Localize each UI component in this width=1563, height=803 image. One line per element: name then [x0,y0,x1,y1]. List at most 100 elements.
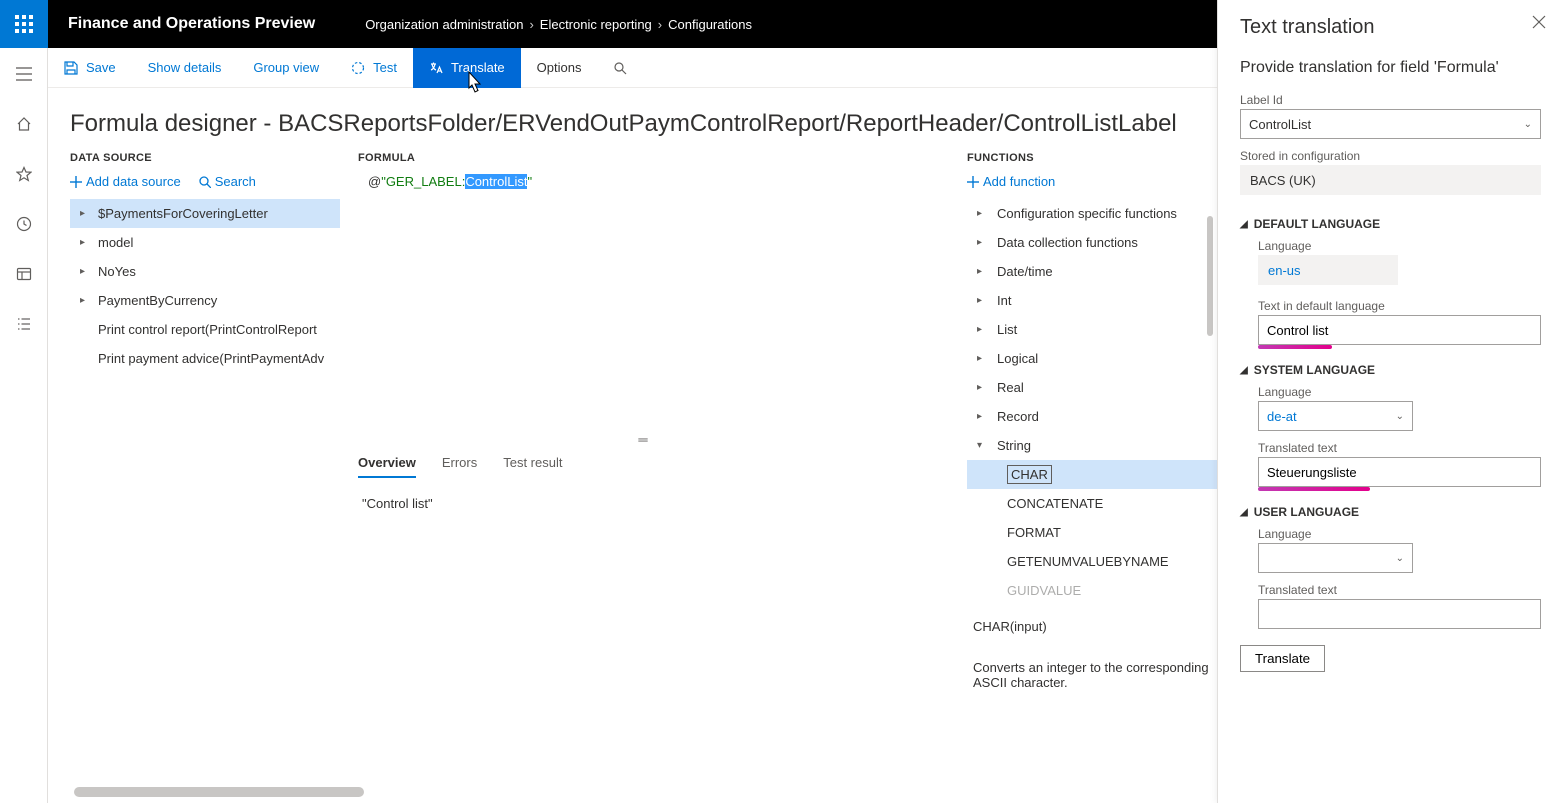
breadcrumb-item[interactable]: Organization administration [365,17,523,32]
highlight-underline [1258,487,1370,491]
chevron-right-icon: ▸ [977,208,987,219]
options-button[interactable]: Options [521,48,598,88]
func-group[interactable]: ▸Date/time [967,257,1217,286]
default-lang-label: Language [1258,239,1541,253]
options-label: Options [537,60,582,75]
recent-button[interactable] [0,206,48,242]
default-heading-label: DEFAULT LANGUAGE [1254,217,1380,231]
func-group-label: List [997,322,1017,337]
func-group[interactable]: ▸ Configuration specific functions [967,199,1217,228]
user-text-field[interactable] [1267,607,1532,622]
test-button[interactable]: Test [335,48,413,88]
save-button[interactable]: Save [48,48,132,88]
func-label: GETENUMVALUEBYNAME [1007,554,1169,569]
functions-actions: Add function [967,168,1217,199]
workspaces-button[interactable] [0,256,48,292]
breadcrumb-item[interactable]: Configurations [668,17,752,32]
translate-submit-button[interactable]: Translate [1240,645,1325,672]
tree-item[interactable]: Print payment advice(PrintPaymentAdv [70,344,340,373]
system-language-heading[interactable]: ◢SYSTEM LANGUAGE [1240,363,1541,377]
func-item[interactable]: GETENUMVALUEBYNAME [967,547,1217,576]
hamburger-button[interactable] [0,56,48,92]
system-lang-dropdown[interactable]: de-at ⌄ [1258,401,1413,431]
func-group[interactable]: ▸ List [967,315,1217,344]
search-data-source-button[interactable]: Search [199,174,256,189]
func-item[interactable]: FORMAT [967,518,1217,547]
tree-item[interactable]: Print control report(PrintControlReport [70,315,340,344]
breadcrumb-item[interactable]: Electronic reporting [540,17,652,32]
chevron-right-icon: ▸ [977,295,987,306]
action-search-button[interactable] [597,48,643,88]
group-view-button[interactable]: Group view [237,48,335,88]
user-text-label: Translated text [1258,583,1541,597]
horizontal-scrollbar[interactable] [74,787,364,797]
flyout-subtitle: Provide translation for field 'Formula' [1240,57,1541,79]
save-label: Save [86,60,116,75]
show-details-button[interactable]: Show details [132,48,238,88]
default-text-input[interactable] [1258,315,1541,345]
add-data-source-button[interactable]: Add data source [70,174,181,189]
func-group-label: Configuration specific functions [997,206,1177,221]
app-title: Finance and Operations Preview [48,15,335,33]
highlight-underline [1258,345,1332,349]
splitter[interactable]: ═ [358,428,928,451]
func-item[interactable]: CONCATENATE [967,489,1217,518]
chevron-right-icon: ▸ [977,237,987,248]
home-button[interactable] [0,106,48,142]
tab-errors[interactable]: Errors [442,455,477,478]
test-label: Test [373,60,397,75]
tree-item[interactable]: ▸$PaymentsForCoveringLetter [70,199,340,228]
user-text-input[interactable] [1258,599,1541,629]
data-source-pane: DATA SOURCE Add data source Search ▸$Pay… [70,148,340,803]
formula-preview: "Control list" [358,484,967,523]
plus-icon [967,176,979,188]
add-function-button[interactable]: Add function [967,174,1055,189]
default-text-field[interactable] [1267,323,1532,338]
label-id-dropdown[interactable]: ControlList ⌄ [1240,109,1541,139]
tab-test-result[interactable]: Test result [503,455,562,478]
favorites-button[interactable] [0,156,48,192]
waffle-icon [15,15,33,33]
close-flyout-button[interactable] [1527,10,1551,34]
func-item[interactable]: GUIDVALUE [967,576,1217,605]
tree-item[interactable]: ▸model [70,228,340,257]
stored-config-label: Stored in configuration [1240,149,1541,163]
func-group[interactable]: ▸Int [967,286,1217,315]
func-item-char[interactable]: CHAR [967,460,1217,489]
tree-item[interactable]: ▸PaymentByCurrency [70,286,340,315]
scrollbar-thumb[interactable] [1207,216,1213,336]
chevron-down-icon: ⌄ [1396,553,1404,564]
tree-item[interactable]: ▸NoYes [70,257,340,286]
func-group-string[interactable]: String [967,431,1217,460]
user-language-heading[interactable]: ◢USER LANGUAGE [1240,505,1541,519]
chevron-down-icon: ⌄ [1396,411,1404,422]
system-text-input[interactable] [1258,457,1541,487]
tree-item-label: PaymentByCurrency [98,293,217,308]
functions-tree: ▸ Configuration specific functions ▸Data … [967,199,1217,605]
add-data-source-label: Add data source [86,174,181,189]
tab-overview[interactable]: Overview [358,455,416,478]
chevron-right-icon: ▸ [80,266,90,277]
app-launcher[interactable] [0,0,48,48]
func-group[interactable]: ▸Data collection functions [967,228,1217,257]
modules-button[interactable] [0,306,48,342]
chevron-right-icon: ▸ [80,208,90,219]
func-label: FORMAT [1007,525,1061,540]
chevron-right-icon: ▸ [977,324,987,335]
chevron-down-icon [977,440,987,451]
default-language-heading[interactable]: ◢DEFAULT LANGUAGE [1240,217,1541,231]
user-lang-dropdown[interactable]: ⌄ [1258,543,1413,573]
stored-config-text: BACS (UK) [1250,173,1316,188]
hamburger-icon [16,67,32,81]
system-text-field[interactable] [1267,465,1532,480]
formula-heading: FORMULA [358,148,967,168]
result-tabs: Overview Errors Test result [358,451,928,484]
label-id-value: ControlList [1249,117,1311,132]
func-group[interactable]: ▸Real [967,373,1217,402]
formula-editor[interactable]: @"GER_LABEL:ControlList" [358,168,928,428]
chevron-down-icon: ⌄ [1524,119,1532,130]
func-group[interactable]: ▸Record [967,402,1217,431]
tree-item-label: model [98,235,133,250]
func-group[interactable]: ▸Logical [967,344,1217,373]
chevron-right-icon: ▸ [977,411,987,422]
